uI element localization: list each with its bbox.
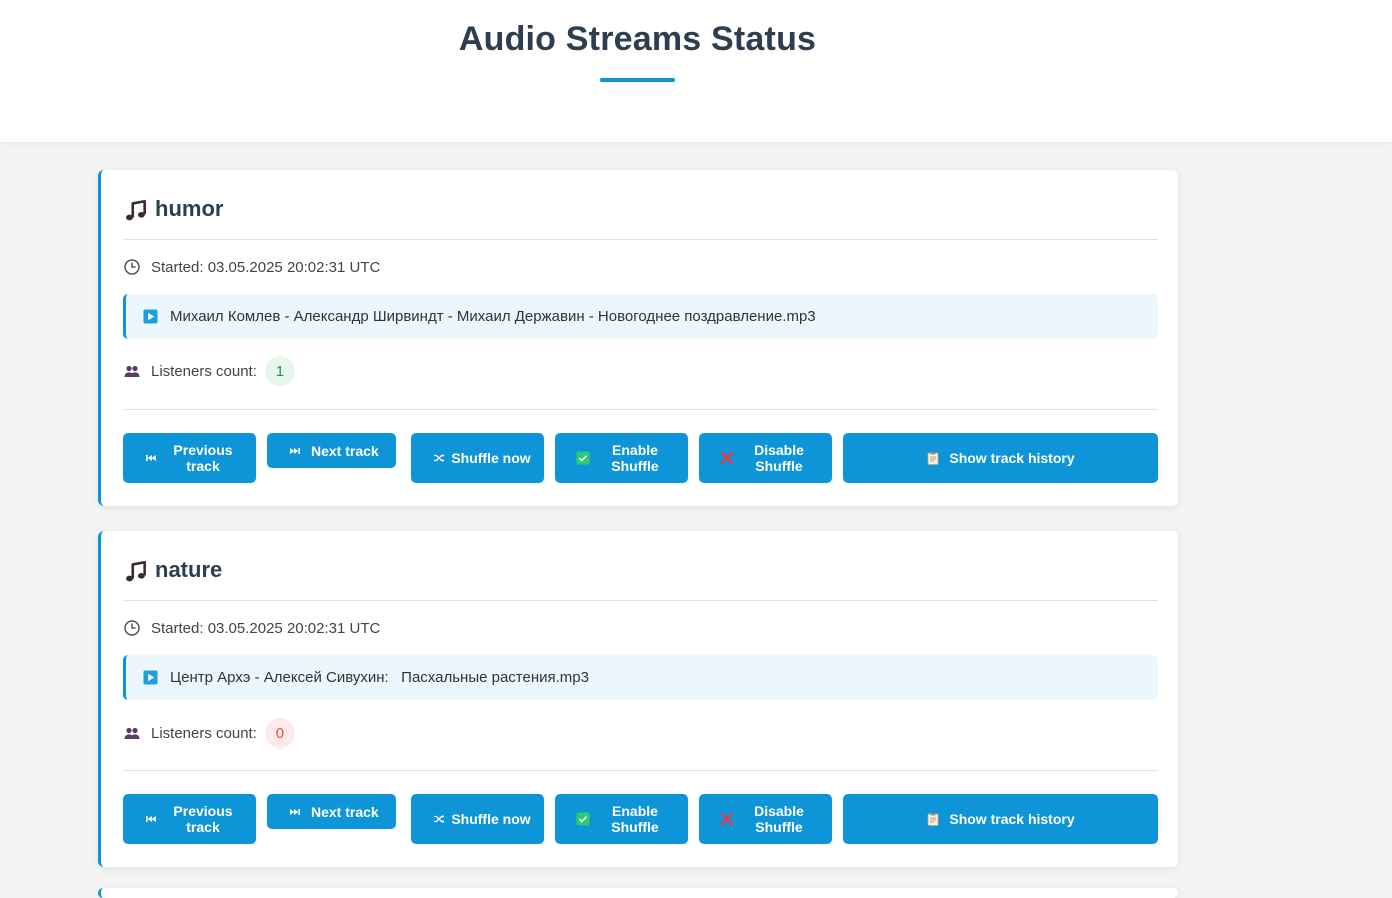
- button-label: Shuffle now: [451, 811, 531, 827]
- disable-shuffle-button[interactable]: Disable Shuffle: [699, 794, 832, 844]
- divider: [123, 770, 1158, 771]
- stream-card-humor: humor Started: 03.05.2025 20:02:31 UTC М…: [98, 170, 1178, 506]
- clipboard-icon: [927, 452, 939, 465]
- stream-card-partial: [98, 888, 1178, 898]
- listeners-label: Listeners count:: [151, 362, 257, 380]
- listeners-count-badge: 1: [264, 356, 295, 386]
- button-label: Previous track: [173, 803, 233, 835]
- card-header: nature: [123, 555, 1158, 601]
- show-track-history-button[interactable]: Show track history: [843, 794, 1158, 844]
- play-icon: [143, 309, 158, 324]
- listeners-label: Listeners count:: [151, 724, 257, 742]
- shuffle-icon: [434, 454, 445, 462]
- divider: [123, 409, 1158, 410]
- current-track: Центр Архэ - Алексей Сивухин: Пасхальные…: [123, 655, 1158, 700]
- next-track-button[interactable]: Next track: [267, 794, 396, 829]
- users-icon: [124, 727, 140, 739]
- next-track-button[interactable]: Next track: [267, 433, 396, 468]
- music-note-icon: [126, 560, 146, 582]
- cross-icon: [720, 812, 734, 826]
- button-label: Previous track: [173, 442, 233, 474]
- clock-icon: [124, 620, 140, 636]
- button-label: Next track: [311, 442, 379, 459]
- started-row: Started: 03.05.2025 20:02:31 UTC: [123, 256, 380, 278]
- card-header: humor: [123, 194, 1158, 240]
- previous-icon: [146, 455, 156, 461]
- clock-icon: [124, 259, 140, 275]
- button-label: Disable Shuffle: [754, 442, 804, 474]
- started-text: Started: 03.05.2025 20:02:31 UTC: [151, 258, 381, 276]
- next-icon: [290, 447, 300, 454]
- shuffle-icon: [434, 815, 445, 823]
- page-header: Audio Streams Status: [0, 0, 1392, 143]
- listeners-count-badge: 0: [264, 718, 295, 748]
- button-label: Enable Shuffle: [611, 803, 659, 835]
- page-title: Audio Streams Status: [458, 20, 817, 58]
- show-track-history-button[interactable]: Show track history: [843, 433, 1158, 483]
- play-icon: [143, 670, 158, 685]
- enable-shuffle-button[interactable]: Enable Shuffle: [555, 794, 688, 844]
- shuffle-now-button[interactable]: Shuffle now: [411, 433, 544, 483]
- shuffle-now-button[interactable]: Shuffle now: [411, 794, 544, 844]
- listeners-row: Listeners count: 0: [123, 718, 295, 748]
- button-label: Next track: [311, 803, 379, 820]
- listeners-row: Listeners count: 1: [123, 356, 295, 386]
- stream-name: nature: [155, 557, 223, 582]
- music-note-icon: [126, 199, 146, 221]
- disable-shuffle-button[interactable]: Disable Shuffle: [699, 433, 832, 483]
- check-icon: [576, 451, 590, 465]
- stream-name: humor: [155, 196, 224, 221]
- enable-shuffle-button[interactable]: Enable Shuffle: [555, 433, 688, 483]
- button-label: Show track history: [949, 811, 1075, 827]
- track-name: Центр Архэ - Алексей Сивухин: Пасхальные…: [170, 669, 589, 686]
- next-icon: [290, 808, 300, 815]
- clipboard-icon: [927, 813, 939, 826]
- stream-card-nature: nature Started: 03.05.2025 20:02:31 UTC …: [98, 531, 1178, 867]
- title-underline: [600, 78, 675, 82]
- previous-track-button[interactable]: Previous track: [123, 794, 256, 844]
- previous-track-button[interactable]: Previous track: [123, 433, 256, 483]
- previous-icon: [146, 816, 156, 822]
- cross-icon: [720, 451, 734, 465]
- track-name: Михаил Комлев - Александр Ширвиндт - Мих…: [170, 308, 816, 325]
- current-track: Михаил Комлев - Александр Ширвиндт - Мих…: [123, 294, 1158, 339]
- users-icon: [124, 365, 140, 377]
- started-text: Started: 03.05.2025 20:02:31 UTC: [151, 619, 381, 637]
- button-label: Disable Shuffle: [754, 803, 804, 835]
- button-label: Shuffle now: [451, 450, 531, 466]
- button-label: Show track history: [949, 450, 1075, 466]
- started-row: Started: 03.05.2025 20:02:31 UTC: [123, 617, 380, 639]
- check-icon: [576, 812, 590, 826]
- button-label: Enable Shuffle: [611, 442, 659, 474]
